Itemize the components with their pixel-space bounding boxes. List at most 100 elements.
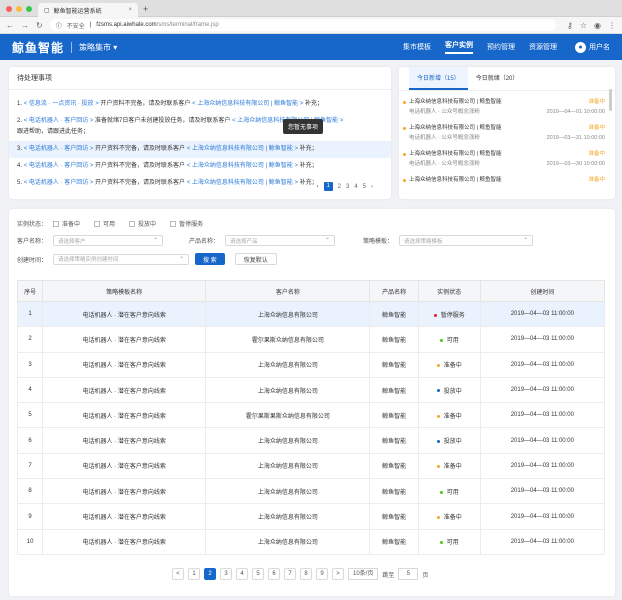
table-row[interactable]: 3 电话机器人 · 潜在客户意向线索 上海众纳信息有限公司 鲸鱼智能 准备中 2019—0… [16,351,606,378]
table-cell: 暂停服务 [417,300,481,328]
table-cell: 上海众纳信息有限公司 [205,300,371,328]
todo-page-button[interactable]: 1 [323,182,333,191]
tab-today-new[interactable]: 今日新增（15） [409,67,468,90]
todo-prev-icon[interactable]: ‹ [317,184,319,190]
table-cell: 鲸鱼智能 [369,478,419,505]
customer-select[interactable]: 请选择客户 [53,234,164,246]
template-select[interactable]: 请选择策略模板 [399,234,534,246]
table-row[interactable]: 5 电话机器人 · 潜在客户意向线索 霍尔果斯果斯众纳信息有限公司 鲸鱼智能 准备中 20… [16,402,606,429]
table-row[interactable]: 1 电话机器人 · 潜在客户意向线索 上海众纳信息有限公司 鲸鱼智能 暂停服务 2019—… [16,300,606,328]
todo-item[interactable]: 4. < 电话机器人 · 客户回访 > 开户资料不完备，请及时联系客户 < 上海… [9,158,391,175]
table-cell: 10 [16,528,44,555]
table-cell: 2019—04—03 11:00:00 [479,351,606,378]
todo-item-a[interactable]: < 电话机器人 · 客户回访 > [24,180,94,186]
todo-next-icon[interactable]: › [371,184,373,190]
news-item[interactable]: 上海众纳信息科技有限公司 | 鲸鱼智能 准备中 [399,172,615,188]
todo-item-c[interactable]: < 上海众纳信息科技有限公司 | 鲸鱼智能 > [187,146,298,152]
table-cell: 2019—04—03 11:00:00 [479,376,606,404]
table-cell: 准备中 [417,452,481,480]
todo-page-button[interactable]: 5 [363,184,366,190]
todo-item[interactable]: 2. < 电话机器人 · 客户回访 > 准备就绪7日客户未创建投放任务，请及时联… [9,113,391,141]
time-range-picker[interactable]: 请选择策略实例创建时间 [53,253,190,265]
news-panel: 今日新增（15） 今日就绪（20） 上海众纳信息科技有限公司 | 鲸鱼智能 准备中电… [399,67,615,199]
page-button[interactable]: 9 [316,568,328,580]
table-row[interactable]: 9 电话机器人 · 潜在客户意向线索 上海众纳信息有限公司 鲸鱼智能 准备中 2019—0… [16,503,606,530]
page-button[interactable]: 8 [300,568,312,580]
tab-today-ready[interactable]: 今日就绪（20） [468,67,527,90]
cell-text: 鲸鱼智能 [382,515,407,522]
search-button[interactable]: 搜 索 [195,253,225,265]
table-row[interactable]: 8 电话机器人 · 潜在客户意向线索 上海众纳信息有限公司 鲸鱼智能 可用 2019—04… [16,478,606,505]
todo-item[interactable]: 3. < 电话机器人 · 客户回访 > 开户资料不完备，请及时联系客户 < 上海… [9,141,391,158]
todo-item-b: 开户资料不完备，请及时联系客户 [95,146,186,152]
account-icon[interactable]: ◉ [594,21,601,30]
news-item-sub: 电话机器人 · 公众号概念涨粉 2019—03—31 10:00:00 [409,133,605,143]
page-button[interactable]: 4 [236,568,248,580]
table-row[interactable]: 4 电话机器人 · 潜在客户意向线索 上海众纳信息有限公司 鲸鱼智能 投放中 2019—0… [16,376,606,404]
news-item[interactable]: 上海众纳信息科技有限公司 | 鲸鱼智能 准备中 电话机器人 · 公众号概念涨粉 201… [399,146,615,172]
user-menu[interactable]: ● 用户名 [575,41,610,53]
status-checkbox-available[interactable]: 可用 [94,219,115,228]
window-controls[interactable] [6,6,32,12]
nav-instances[interactable]: 客户实例 [445,40,473,54]
table-cell: 上海众纳信息有限公司 [205,376,371,404]
todo-item-a[interactable]: < 电话机器人 · 客户回访 > [24,163,94,169]
todo-item-c[interactable]: < 上海众纳信息科技有限公司 | 鲸鱼智能 > [187,180,298,186]
back-icon[interactable]: ← [6,21,14,30]
status-checkbox-running[interactable]: 投放中 [129,219,156,228]
table-row[interactable]: 2 电话机器人 · 潜在客户意向线索 霍尔果斯众纳信息有限公司 鲸鱼智能 可用 2019—… [16,326,606,353]
nav-templates[interactable]: 集市模板 [403,42,431,52]
todo-page-button[interactable]: 2 [338,184,341,190]
table-row[interactable]: 10 电话机器人 · 潜在客户意向线索 上海众纳信息有限公司 鲸鱼智能 可用 2019—0… [16,528,606,555]
news-item-date: 2019—03—31 10:00:00 [546,135,605,141]
goto-input[interactable]: 5 [398,568,419,580]
menu-icon[interactable]: ⋮ [608,21,616,30]
status-dot [436,389,440,393]
news-item[interactable]: 上海众纳信息科技有限公司 | 鲸鱼智能 准备中 电话机器人 · 公众号概念涨粉 201… [399,120,615,146]
todo-item-c[interactable]: < 上海众纳信息科技有限公司 | 鲸鱼智能 > [187,163,298,169]
page-button[interactable]: 6 [268,568,280,580]
page-button[interactable]: 5 [252,568,264,580]
table-cell: 鲸鱼智能 [369,427,419,454]
page-button[interactable]: 3 [220,568,232,580]
table-row[interactable]: 7 电话机器人 · 潜在客户意向线索 上海众纳信息有限公司 鲸鱼智能 准备中 2019—0… [16,452,606,480]
table-cell: 鲸鱼智能 [369,376,419,404]
key-icon[interactable]: ⚷ [567,21,573,30]
nav-resources[interactable]: 资源管理 [529,42,557,52]
news-item-desc: 电话机器人 · 公众号概念涨粉 [409,135,480,141]
logo[interactable]: 鲸鱼智能 [12,39,64,56]
market-dropdown[interactable]: 策略集市 ▾ [79,42,117,53]
nav-reservations[interactable]: 预约管理 [487,42,515,52]
forward-icon[interactable]: → [21,21,29,30]
todo-item-c[interactable]: < 上海众纳信息科技有限公司 | 鲸鱼智能 > [192,101,303,107]
cell-text: 上海众纳信息有限公司 [257,515,318,522]
todo-item-d: 补充； [304,101,323,107]
todo-item-a[interactable]: < 电话机器人 · 客户回访 > [24,146,94,152]
new-tab-button[interactable]: + [143,4,148,14]
next-page-button[interactable]: > [332,568,344,580]
todo-page-button[interactable]: 3 [346,184,349,190]
star-icon[interactable]: ☆ [580,21,587,30]
page-button[interactable]: 7 [284,568,296,580]
reload-icon[interactable]: ↻ [36,21,43,30]
status-checkbox-paused[interactable]: 暂停服务 [170,219,203,228]
status-dot [403,179,406,182]
todo-item-a[interactable]: < 信息流 · 一点资讯 · 投放 > [24,101,99,107]
todo-item[interactable]: 1. < 信息流 · 一点资讯 · 投放 > 开户资料不完备，请及时联系客户 <… [9,96,391,113]
todo-item-a[interactable]: < 电话机器人 · 客户回访 > [24,118,94,124]
reset-button[interactable]: 恢复默认 [234,253,277,265]
news-item[interactable]: 上海众纳信息科技有限公司 | 鲸鱼智能 准备中 电话机器人 · 公众号概念涨粉 201… [399,94,615,120]
browser-tab[interactable]: ▢ 鲸鱼智能运营系统 × [38,3,138,17]
close-tab-icon[interactable]: × [128,7,132,13]
url-field[interactable]: ⓘ 不安全 | fzsms.api.aiwhale.com/sms/terminal/… [49,19,556,31]
cell-text: 鲸鱼智能 [382,489,407,496]
prev-page-button[interactable]: < [172,568,184,580]
scrollbar[interactable] [609,89,612,111]
product-select[interactable]: 请选择产品 [225,234,336,246]
page-button[interactable]: 1 [188,568,200,580]
page-button[interactable]: 2 [204,568,216,580]
table-row[interactable]: 6 电话机器人 · 潜在客户意向线索 上海众纳信息有限公司 鲸鱼智能 投放中 2019—0… [16,427,606,454]
page-size-select[interactable]: 10条/页 [348,568,379,580]
status-checkbox-preparing[interactable]: 准备中 [53,219,80,228]
todo-page-button[interactable]: 4 [354,184,357,190]
